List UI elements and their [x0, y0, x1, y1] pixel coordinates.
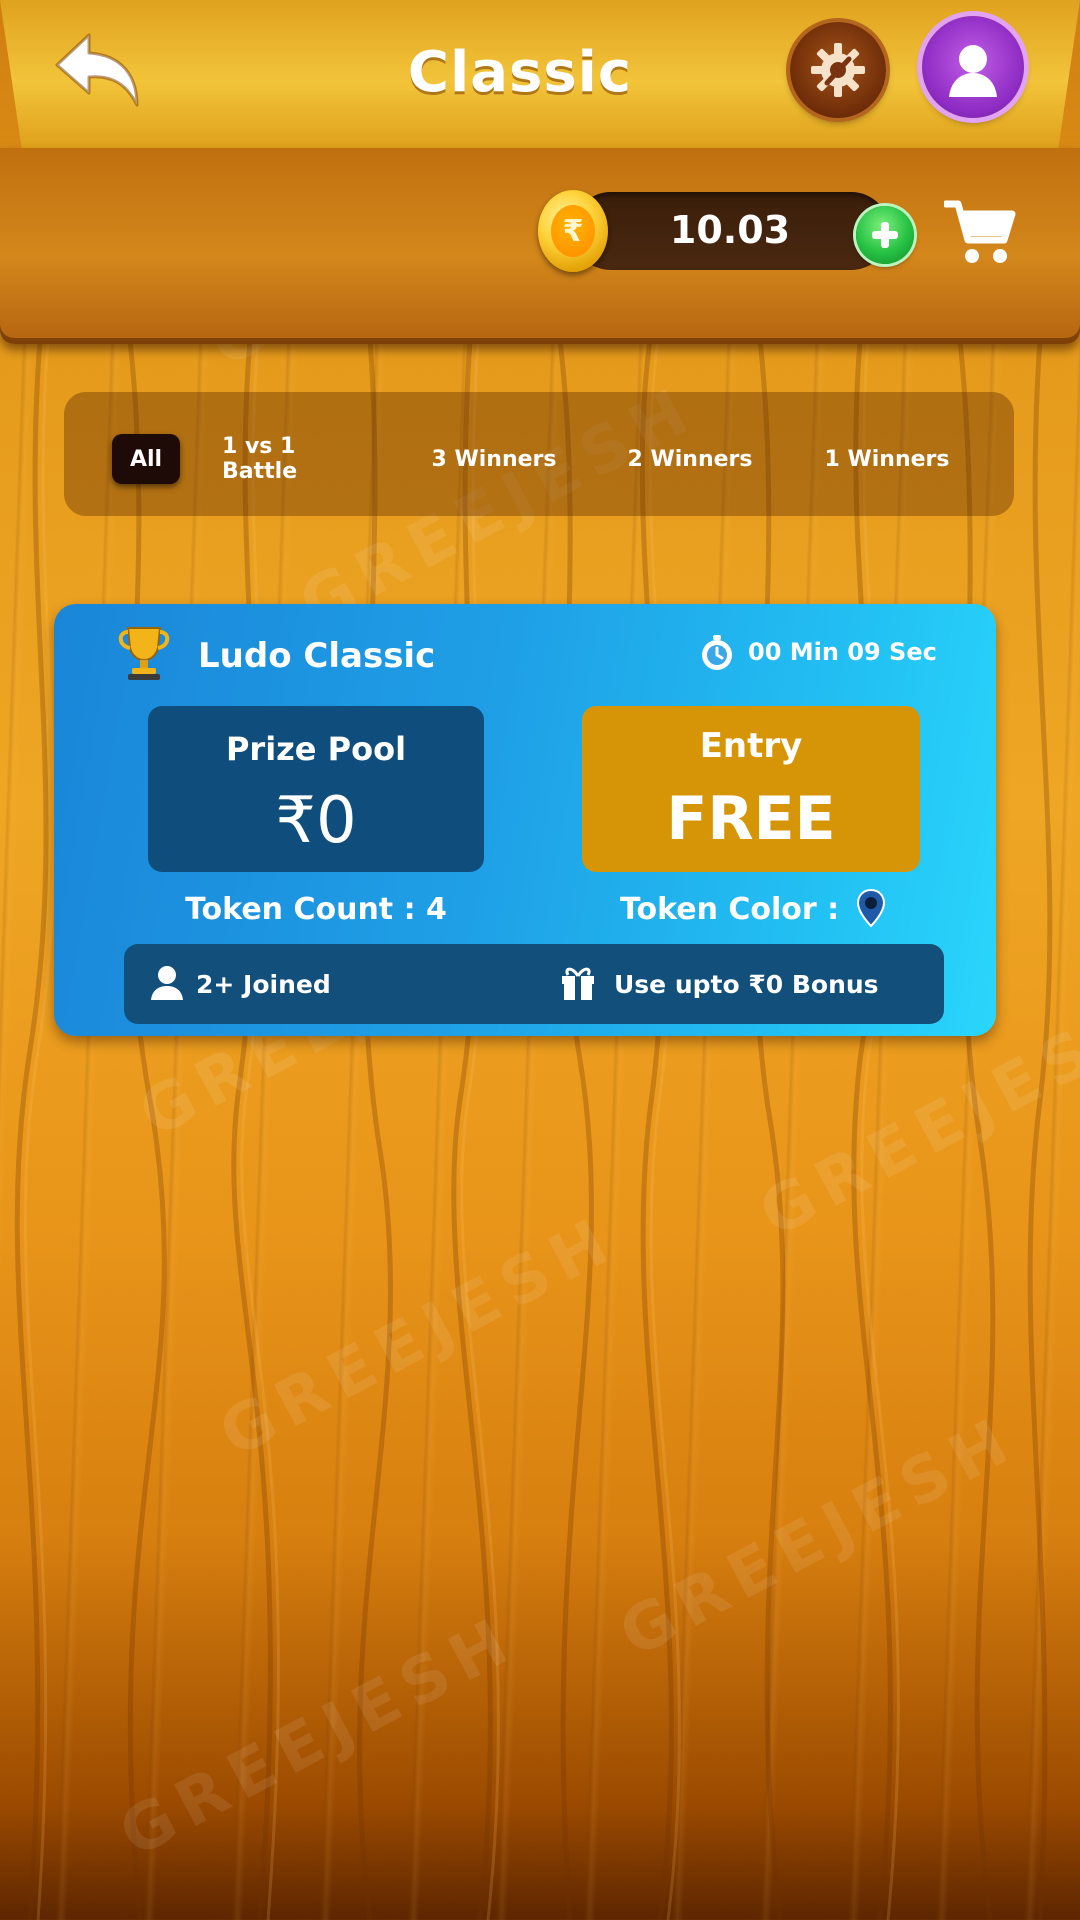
user-avatar-icon	[949, 45, 997, 97]
cart-button[interactable]	[942, 196, 1018, 268]
token-count: Token Count : 4	[185, 892, 447, 927]
coin-symbol: ₹	[551, 205, 595, 257]
wallet-balance: 10.03	[669, 208, 791, 252]
contest-timer: 00 Min 09 Sec	[748, 638, 937, 666]
page-title: Classic	[407, 40, 633, 105]
settings-button[interactable]	[790, 22, 886, 118]
back-button[interactable]	[50, 28, 146, 112]
user-icon	[151, 966, 183, 1000]
plus-icon	[872, 222, 898, 248]
token-color-label: Token Color :	[620, 892, 840, 927]
trophy-icon	[118, 627, 170, 680]
contest-title: Ludo Classic	[198, 636, 436, 676]
watermark: GREEJESH	[208, 1201, 629, 1473]
joined-count: 2+ Joined	[196, 970, 331, 999]
entry-label: Entry	[699, 726, 803, 766]
filter-tab-1vs1-battle[interactable]: 1 vs 1 Battle	[222, 434, 374, 484]
cart-icon	[944, 200, 1016, 263]
filter-tab-all[interactable]: All	[112, 434, 180, 484]
settings-gear-icon	[811, 43, 865, 97]
back-arrow-icon	[55, 33, 139, 107]
rupee-coin-icon: ₹	[538, 190, 608, 272]
add-coins-button[interactable]	[856, 206, 914, 264]
filter-tab-3-winners[interactable]: 3 Winners	[426, 434, 562, 484]
filter-tab-1-winners[interactable]: 1 Winners	[818, 434, 956, 484]
watermark: GREEJESH	[108, 1601, 529, 1873]
prize-pool-value: ₹0	[275, 784, 357, 858]
prize-pool-label: Prize Pool	[225, 730, 407, 768]
entry-fee-value: FREE	[666, 784, 836, 854]
bonus-info: Use upto ₹0 Bonus	[614, 970, 879, 999]
stopwatch-icon	[702, 635, 732, 670]
map-pin-icon	[856, 888, 886, 928]
gift-icon	[562, 967, 594, 1000]
profile-button[interactable]	[922, 16, 1024, 118]
filter-tab-2-winners[interactable]: 2 Winners	[622, 434, 758, 484]
watermark: GREEJESH	[608, 1401, 1029, 1673]
